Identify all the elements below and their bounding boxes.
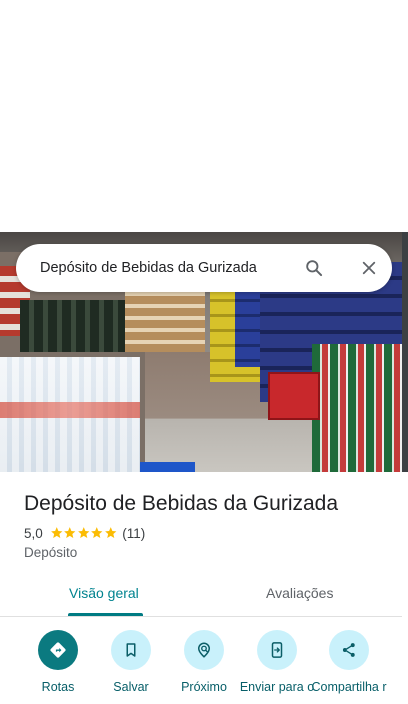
directions-button-circle[interactable] [38,630,78,670]
nearby-label: Próximo [181,680,227,694]
place-sheet: Depósito de Bebidas da Gurizada Depósito… [0,0,408,704]
rating-row[interactable]: 5,0 (11) [24,524,145,542]
star-icon [77,527,90,539]
star-icon [50,527,63,539]
share-icon [342,643,355,657]
nearby-button[interactable]: Próximo [166,630,242,695]
tab-reviews[interactable]: Avaliações [266,570,333,616]
bookmark-icon [126,643,136,657]
send-to-phone-button[interactable]: Enviar para o [239,630,315,695]
action-buttons: Rotas Salvar Próximo Enviar para o Compa… [0,618,402,704]
nearby-icon [197,642,211,658]
scrollbar[interactable] [402,232,408,472]
star-icon [64,527,76,539]
directions-button[interactable]: Rotas [20,630,96,695]
review-count[interactable]: (11) [122,526,145,541]
directions-icon [50,642,66,658]
tab-divider [0,616,402,617]
directions-label: Rotas [41,680,75,694]
star-icon [91,527,103,539]
share-button-circle[interactable] [329,630,369,670]
send-to-phone-icon [271,642,283,658]
search-button[interactable] [302,256,326,280]
star-icon [104,527,117,539]
place-category: Depósito [24,545,78,560]
save-button[interactable]: Salvar [93,630,169,695]
nearby-button-circle[interactable] [184,630,224,670]
search-query[interactable]: Depósito de Bebidas da Gurizada [40,244,257,292]
share-button[interactable]: Compartilha r [311,630,387,695]
send-to-phone-button-circle[interactable] [257,630,297,670]
save-button-circle[interactable] [111,630,151,670]
rating-value: 5,0 [24,525,43,541]
save-label: Salvar [113,680,149,694]
tab-bar: Visão geral Avaliações [0,570,402,618]
search-bar[interactable]: Depósito de Bebidas da Gurizada [16,244,392,292]
send-to-phone-label: Enviar para o [239,680,315,694]
close-button[interactable] [357,256,381,280]
search-icon [306,260,323,277]
place-title: Depósito de Bebidas da Gurizada [24,492,339,515]
close-icon [362,261,376,275]
share-label: Compartilha r [311,680,387,694]
tab-overview[interactable]: Visão geral [69,570,139,616]
rating-stars [50,526,118,540]
